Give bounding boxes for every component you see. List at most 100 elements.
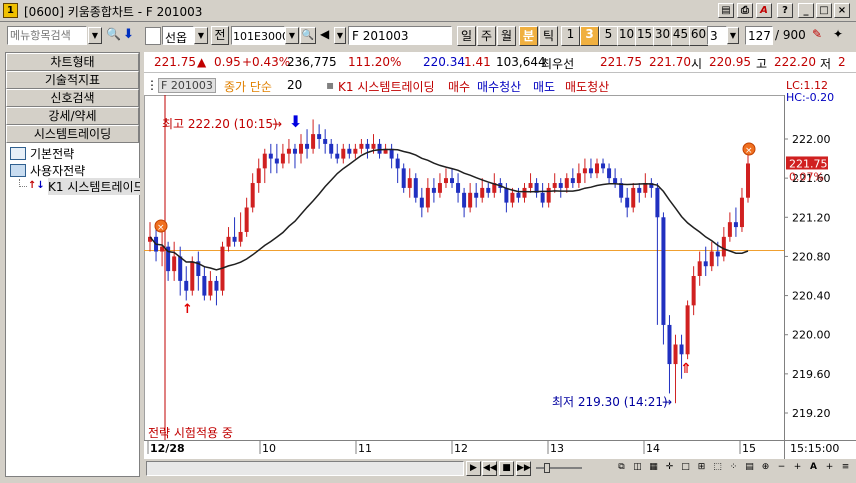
period-45-button[interactable]: 45 bbox=[671, 26, 690, 46]
grid-icon[interactable]: ⊞ bbox=[694, 461, 709, 476]
candle-body bbox=[395, 158, 400, 169]
zoom-in-icon[interactable]: + bbox=[790, 461, 805, 476]
chart-link-icon[interactable]: ▤ bbox=[718, 3, 734, 18]
chart-mode-icon[interactable]: ▤ bbox=[742, 461, 757, 476]
fast-forward-icon[interactable]: ▶▶ bbox=[516, 461, 531, 476]
cross-icon[interactable]: ✛ bbox=[662, 461, 677, 476]
zoom-icon[interactable]: ⊕ bbox=[758, 461, 773, 476]
volume-percent: 111.20% bbox=[348, 55, 402, 69]
period-week-button[interactable]: 주 bbox=[477, 26, 496, 46]
plus-icon[interactable]: + bbox=[822, 461, 837, 476]
close-button[interactable]: × bbox=[834, 3, 850, 18]
period-15-button[interactable]: 15 bbox=[635, 26, 654, 46]
text-tool-icon[interactable]: A bbox=[806, 461, 821, 476]
exit-marker-cross: × bbox=[157, 223, 165, 233]
period-5-button[interactable]: 5 bbox=[599, 26, 618, 46]
legend-symbol[interactable]: F 201003 bbox=[158, 78, 216, 93]
sidebar-item-chart-type[interactable]: 차트형태 bbox=[6, 53, 139, 71]
market-dropdown-icon[interactable]: ▼ bbox=[194, 27, 208, 44]
low-label: 저 bbox=[820, 57, 832, 71]
chart-tools-icon[interactable]: ✦ bbox=[833, 27, 851, 45]
candle-body bbox=[292, 148, 297, 154]
zoom-out-icon[interactable]: − bbox=[774, 461, 789, 476]
print-icon[interactable]: ⎙ bbox=[737, 3, 753, 18]
candle-body bbox=[238, 231, 243, 242]
candle-body bbox=[462, 192, 467, 208]
candle-body bbox=[274, 158, 279, 164]
rect-icon[interactable]: □ bbox=[678, 461, 693, 476]
period-30-button[interactable]: 30 bbox=[653, 26, 672, 46]
code-dropdown-icon[interactable]: ▼ bbox=[285, 27, 299, 44]
price-chart[interactable]: 222.00221.60221.20220.80220.40220.00219.… bbox=[144, 95, 856, 459]
period-60-button[interactable]: 60 bbox=[689, 26, 708, 46]
legend-ma-label[interactable]: 종가 단순 bbox=[224, 78, 272, 95]
period-10-button[interactable]: 10 bbox=[617, 26, 636, 46]
x-tick-label: 11 bbox=[358, 442, 372, 455]
legend-strategy[interactable]: K1 시스템트레이딩 bbox=[338, 78, 435, 95]
candle-body bbox=[365, 143, 370, 149]
font-icon[interactable]: A bbox=[756, 3, 772, 18]
chart-type-icon[interactable] bbox=[145, 27, 161, 45]
period-day-button[interactable]: 일 bbox=[457, 26, 476, 46]
candle-body bbox=[474, 192, 479, 198]
down-arrow-icon[interactable]: ⬇ bbox=[123, 27, 135, 44]
sidebar-item-signal-search[interactable]: 신호검색 bbox=[6, 89, 139, 107]
dots-icon[interactable]: ⁘ bbox=[726, 461, 741, 476]
high-price: 222.20 bbox=[774, 55, 816, 69]
layout-icon[interactable]: ⧉ bbox=[614, 461, 629, 476]
candle-body bbox=[679, 344, 684, 355]
candle-body bbox=[733, 222, 738, 228]
scroll-track[interactable] bbox=[146, 461, 464, 476]
tree-item-k1-strategy[interactable]: K1 시스템트레이드 bbox=[48, 178, 140, 195]
sidebar-item-system-trading[interactable]: 시스템트레이딩 bbox=[6, 125, 139, 143]
candle-body bbox=[516, 192, 521, 198]
current-price: 221.75 bbox=[154, 55, 196, 69]
zoom-slider-thumb[interactable] bbox=[544, 463, 550, 473]
period-1-button[interactable]: 1 bbox=[561, 26, 580, 46]
chart-settings-icon[interactable]: ✎ bbox=[812, 27, 830, 45]
speaker-dropdown-icon[interactable]: ▼ bbox=[334, 27, 346, 44]
help-button[interactable]: ? bbox=[777, 3, 793, 18]
candle-body bbox=[450, 178, 455, 184]
sidebar-item-technical-indicators[interactable]: 기술적지표 bbox=[6, 71, 139, 89]
speaker-icon[interactable]: ◀ bbox=[320, 27, 334, 44]
code-search-icon[interactable]: 🔍 bbox=[300, 27, 316, 44]
legend-ma-period: 20 bbox=[287, 78, 303, 92]
jeon-button[interactable]: 전 bbox=[211, 26, 229, 45]
volume: 236,775 bbox=[287, 55, 337, 69]
period-3-button[interactable]: 3 bbox=[580, 26, 599, 46]
plot-frame bbox=[144, 95, 785, 441]
candle-body bbox=[637, 187, 642, 193]
split-icon[interactable]: ◫ bbox=[630, 461, 645, 476]
tree-item-basic-strategy[interactable]: 기본전략 bbox=[30, 145, 74, 162]
app-icon[interactable]: 1 bbox=[3, 3, 18, 18]
table-icon[interactable]: ▦ bbox=[646, 461, 661, 476]
candle-body bbox=[619, 183, 624, 198]
minimize-button[interactable]: _ bbox=[798, 3, 814, 18]
search-icon[interactable]: 🔍 bbox=[106, 27, 121, 44]
candle-body bbox=[558, 183, 563, 188]
candle-body bbox=[631, 187, 636, 208]
period-month-button[interactable]: 월 bbox=[497, 26, 516, 46]
stop-icon[interactable]: ■ bbox=[499, 461, 514, 476]
period-minute-button[interactable]: 분 bbox=[519, 26, 538, 46]
select-icon[interactable]: ⬚ bbox=[710, 461, 725, 476]
zoom-slider[interactable] bbox=[536, 467, 582, 469]
candle-body bbox=[286, 148, 291, 154]
candle-body bbox=[208, 280, 213, 296]
code-input[interactable]: 101E3000 bbox=[231, 26, 289, 45]
tree-item-user-strategy[interactable]: 사용자전략 bbox=[30, 162, 85, 179]
scroll-right-icon[interactable]: ▶ bbox=[466, 461, 481, 476]
count-input[interactable]: 127 bbox=[745, 26, 773, 45]
market-select[interactable]: 선옵 bbox=[162, 26, 194, 45]
menu-search-dropdown-icon[interactable]: ▼ bbox=[88, 27, 102, 44]
interval-dropdown-icon[interactable]: ▼ bbox=[727, 27, 739, 44]
menu-search-input[interactable] bbox=[7, 26, 87, 45]
maximize-button[interactable]: □ bbox=[816, 3, 832, 18]
period-tick-button[interactable]: 틱 bbox=[539, 26, 558, 46]
candle-body bbox=[190, 261, 195, 291]
interval-input[interactable]: 3 bbox=[707, 26, 727, 45]
menu-icon[interactable]: ≡ bbox=[838, 461, 853, 476]
rewind-icon[interactable]: ◀◀ bbox=[482, 461, 497, 476]
sidebar-item-strong-weak[interactable]: 강세/약세 bbox=[6, 107, 139, 125]
